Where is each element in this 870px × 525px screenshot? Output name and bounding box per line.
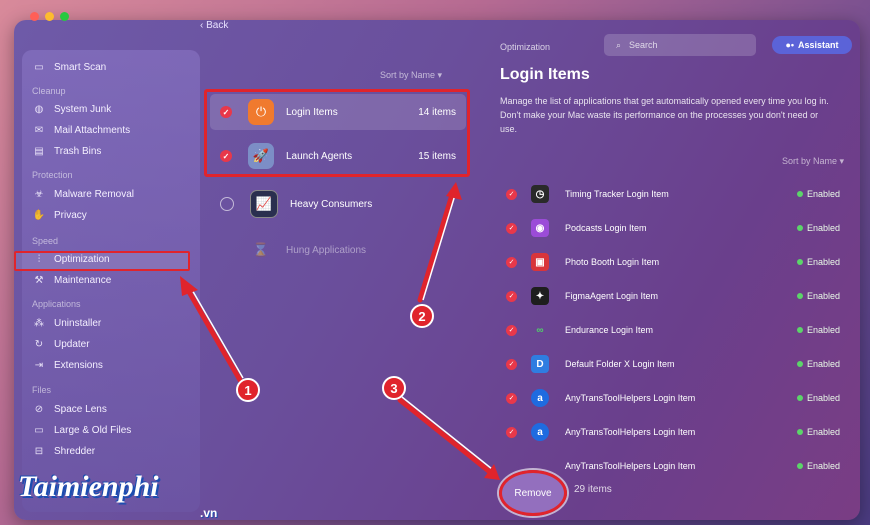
watermark-suffix: .vn	[200, 506, 218, 520]
annotation-arrows	[180, 182, 500, 480]
arrowhead-1	[180, 276, 198, 296]
step-badge-2: 2	[410, 304, 434, 328]
step-badge-3: 3	[382, 376, 406, 400]
arrowhead-2	[446, 182, 462, 200]
arrow-1	[185, 287, 243, 383]
arrow-3	[397, 397, 493, 475]
arrow-2	[417, 192, 455, 303]
step-badge-1: 1	[236, 378, 260, 402]
watermark-logo: Taimienphi	[18, 470, 159, 503]
